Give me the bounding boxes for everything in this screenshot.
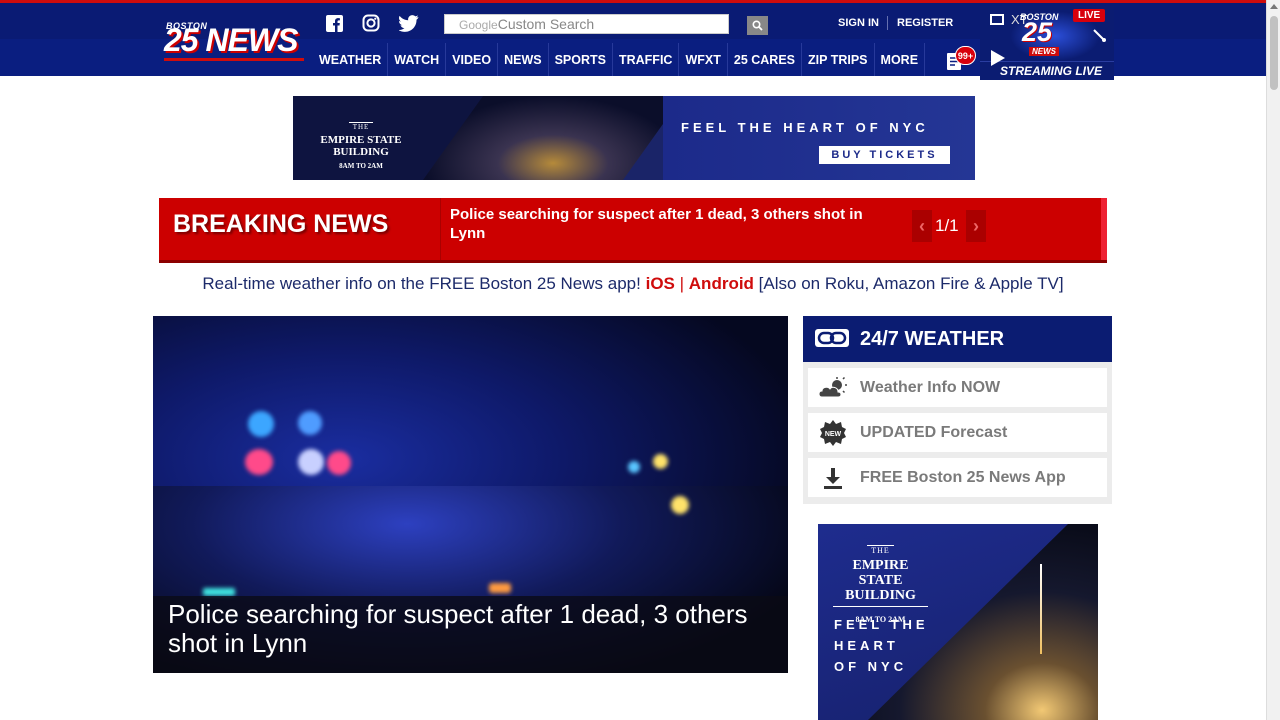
logo-main-text: 25 NEWS [164,22,298,58]
side-ad-tower [1040,564,1042,654]
nav-item-more[interactable]: MORE [875,43,926,76]
new-badge-icon: NEW [818,420,848,446]
hero-light [203,588,235,596]
site-header: BOSTON 25 NEWS GoogleCustom Search SIGN … [0,0,1266,80]
search-button[interactable] [747,16,768,35]
scroll-up-icon[interactable] [1270,4,1278,9]
side-ad-tagline: FEEL THE HEART OF NYC [834,614,929,677]
promo-separator: | [679,274,685,293]
nav-item-traffic[interactable]: TRAFFIC [613,43,680,76]
side-ad[interactable]: THE EMPIRE STATE BUILDING 8AM TO 2AM FEE… [818,524,1098,720]
hero-light [298,411,322,435]
hero-caption[interactable]: Police searching for suspect after 1 dea… [153,596,788,673]
side-ad-the: THE [867,545,894,555]
ad-top-the: THE [348,122,374,131]
breaking-right-cap [1101,198,1107,260]
search-input[interactable]: GoogleCustom Search [444,14,729,34]
auth-divider [887,16,888,30]
hero-light [248,411,274,437]
search-icon [752,20,763,31]
twitter-icon[interactable] [399,13,419,33]
promo-extra: [Also on Roku, Amazon Fire & Apple TV] [758,274,1064,293]
breaking-counter: 1/1 [935,216,959,235]
weather-item[interactable]: FREE Boston 25 News App [808,458,1107,497]
hero-light [489,583,511,593]
link-icon [815,329,849,347]
main-nav: WEATHER WATCH VIDEO NEWS SPORTS TRAFFIC … [313,43,926,76]
android-link[interactable]: Android [689,274,754,293]
nav-item-watch[interactable]: WATCH [388,43,447,76]
promo-text: Real-time weather info on the FREE Bosto… [202,274,641,293]
nav-item-wfxt[interactable]: WFXT [679,43,728,76]
notifications-badge: 99+ [955,46,976,65]
weather-item[interactable]: NEW UPDATED Forecast [808,413,1107,452]
download-icon [818,466,848,490]
streaming-live-label: STREAMING LIVE [1000,64,1103,78]
site-logo[interactable]: BOSTON 25 NEWS [164,21,304,61]
breaking-news-bar: BREAKING NEWS Police searching for suspe… [159,198,1107,260]
weather-panel-header: 24/7 WEATHER [803,316,1112,362]
ad-top-tagline: FEEL THE HEART OF NYC [681,120,929,135]
side-ad-tagline-line: OF NYC [834,659,908,674]
nav-item-25-cares[interactable]: 25 CARES [728,43,803,76]
search-brand: Google [459,18,498,32]
breaking-headline-link[interactable]: Police searching for suspect after 1 dea… [450,205,900,243]
scrollbar-thumb[interactable] [1270,16,1278,90]
nav-item-news[interactable]: NEWS [498,43,549,76]
expand-player-icon[interactable] [1092,28,1106,42]
breaking-prev-button[interactable]: ‹ [912,210,932,242]
hero-story[interactable]: Police searching for suspect after 1 dea… [153,316,788,673]
vertical-scrollbar[interactable] [1266,0,1280,720]
weather-item-label: Weather Info NOW [860,379,1001,396]
ios-link[interactable]: iOS [646,274,675,293]
nav-item-video[interactable]: VIDEO [446,43,499,76]
weather-item-label: UPDATED Forecast [860,424,1008,441]
side-ad-name: EMPIRE STATE BUILDING [833,558,928,607]
live-station-news: NEWS [1029,47,1059,56]
hero-light [653,454,668,469]
facebook-icon[interactable] [324,13,344,33]
live-station-number: 25 [1022,17,1053,47]
nav-item-weather[interactable]: WEATHER [313,43,389,76]
register-link[interactable]: REGISTER [897,17,953,29]
hero-light [628,461,640,473]
play-icon[interactable] [991,50,1005,66]
ad-top-right-panel [663,96,975,180]
weather-panel: 24/7 WEATHER Weather Info NOW NEW UPDATE… [803,316,1112,504]
instagram-icon[interactable] [361,13,381,33]
top-banner-ad[interactable]: THE EMPIRE STATE BUILDING 8AM TO 2AM FEE… [293,96,975,180]
ad-top-esb-logo: THE EMPIRE STATE BUILDING 8AM TO 2AM [320,116,402,170]
nav-item-sports[interactable]: SPORTS [549,43,613,76]
weather-item[interactable]: Weather Info NOW [808,368,1107,407]
search-placeholder: Custom Search [497,16,595,32]
side-ad-tagline-line: FEEL THE [834,617,929,632]
picture-in-picture-icon[interactable] [990,14,1004,25]
nav-item-zip-trips[interactable]: ZIP TRIPS [802,43,875,76]
svg-text:NEW: NEW [825,431,842,438]
breaking-news-label: BREAKING NEWS [173,210,389,238]
breaking-next-button[interactable]: › [966,210,986,242]
sign-in-link[interactable]: SIGN IN [838,17,879,29]
page: BOSTON 25 NEWS GoogleCustom Search SIGN … [0,0,1280,720]
hero-light [298,449,324,475]
ad-top-hours: 8AM TO 2AM [339,162,383,170]
breaking-divider [440,198,441,260]
buy-tickets-button[interactable]: BUY TICKETS [819,146,950,164]
weather-item-label: FREE Boston 25 News App [860,469,1066,486]
live-stream-player[interactable]: XT BOSTON 25 NEWS LIVE STREAMING LIVE [980,6,1114,80]
live-badge: LIVE [1073,9,1106,22]
weather-panel-title: 24/7 WEATHER [860,328,1005,350]
logo-underline [164,58,304,61]
hero-light [327,451,351,475]
hero-light [671,496,689,514]
side-ad-esb-logo: THE EMPIRE STATE BUILDING 8AM TO 2AM [833,540,928,624]
hero-light [245,449,273,475]
ad-top-name: EMPIRE STATE BUILDING [320,134,402,158]
app-promo-line: Real-time weather info on the FREE Bosto… [0,274,1266,294]
side-ad-tagline-line: HEART [834,638,899,653]
partly-cloudy-icon [818,376,848,400]
